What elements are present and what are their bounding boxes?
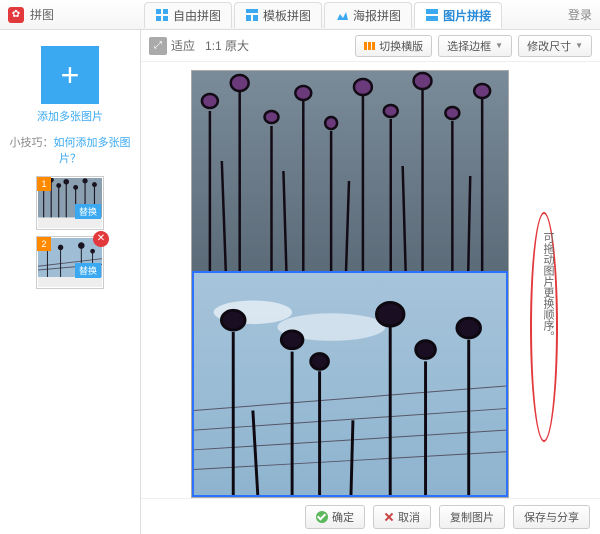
- tabs: 自由拼图 模板拼图 海报拼图 图片拼接: [144, 2, 502, 28]
- poster-icon: [335, 8, 349, 22]
- tip-text: 小技巧：如何添加多张图片？: [6, 134, 134, 166]
- tab-label: 模板拼图: [263, 7, 311, 24]
- button-label: 切换横版: [379, 38, 423, 54]
- add-images-button[interactable]: +: [41, 46, 99, 104]
- main: + 添加多张图片 小技巧：如何添加多张图片？ 1: [0, 30, 600, 534]
- button-label: 复制图片: [450, 509, 494, 525]
- check-icon: [316, 511, 328, 523]
- fit-icon[interactable]: ⤢: [149, 37, 167, 55]
- switch-layout-button[interactable]: 切换横版: [355, 35, 432, 57]
- button-label: 保存与分享: [524, 509, 579, 525]
- top-bar: ✿ 拼图 自由拼图 模板拼图 海报拼图 图片拼接 登录: [0, 0, 600, 30]
- tab-template-collage[interactable]: 模板拼图: [234, 2, 322, 28]
- sidebar: + 添加多张图片 小技巧：如何添加多张图片？ 1: [0, 30, 140, 534]
- tip-link[interactable]: 如何添加多张图片？: [54, 137, 131, 165]
- thumbnail-bar: [38, 218, 102, 228]
- thumbnail-item[interactable]: 2 ✕ 替换: [36, 236, 104, 290]
- thumbnail-remove-button[interactable]: ✕: [93, 231, 109, 247]
- annotation-text: 可拖动图片更换顺序。: [540, 232, 554, 342]
- button-label: 取消: [398, 509, 420, 525]
- chevron-down-icon: ▼: [575, 41, 583, 50]
- login-link[interactable]: 登录: [568, 6, 592, 23]
- thumbnail-index-badge: 1: [37, 177, 51, 191]
- button-label: 选择边框: [447, 38, 491, 54]
- layout-icon: [364, 42, 375, 50]
- collage-container[interactable]: [191, 70, 509, 498]
- ok-button[interactable]: 确定: [305, 505, 365, 529]
- zoom-label[interactable]: 1:1 原大: [205, 37, 249, 54]
- tab-poster-collage[interactable]: 海报拼图: [324, 2, 412, 28]
- add-images-label: 添加多张图片: [6, 108, 134, 124]
- tip-prefix: 小技巧：: [10, 137, 54, 149]
- resize-button[interactable]: 修改尺寸 ▼: [518, 35, 592, 57]
- app-title: 拼图: [30, 6, 54, 23]
- tab-label: 图片拼接: [443, 7, 491, 24]
- grid-icon: [155, 8, 169, 22]
- image-content: [192, 71, 508, 271]
- workspace[interactable]: 可拖动图片更换顺序。: [141, 62, 600, 498]
- plus-icon: +: [61, 57, 80, 94]
- close-icon: ✕: [97, 233, 105, 244]
- thumbnail-index-badge: 2: [37, 237, 51, 251]
- toolbar-left: ⤢ 适应 1:1 原大: [149, 37, 249, 55]
- tab-image-stitch[interactable]: 图片拼接: [414, 2, 502, 28]
- annotation-circle: [530, 212, 558, 442]
- cancel-button[interactable]: 取消: [373, 505, 431, 529]
- chevron-down-icon: ▼: [495, 41, 503, 50]
- thumbnail-bar: [38, 277, 102, 287]
- thumbnail-list: 1 替换 2: [6, 176, 134, 289]
- button-label: 确定: [332, 509, 354, 525]
- collage-image-1[interactable]: [192, 71, 508, 271]
- template-icon: [245, 8, 259, 22]
- thumbnail-item[interactable]: 1 替换: [36, 176, 104, 230]
- image-content: [194, 273, 506, 495]
- bottom-bar: 确定 取消 复制图片 保存与分享: [141, 498, 600, 534]
- toolbar-right: 切换横版 选择边框 ▼ 修改尺寸 ▼: [355, 35, 592, 57]
- button-label: 修改尺寸: [527, 38, 571, 54]
- stitch-icon: [425, 8, 439, 22]
- thumbnail-replace-button[interactable]: 替换: [75, 204, 101, 219]
- copy-image-button[interactable]: 复制图片: [439, 505, 505, 529]
- close-icon: [384, 512, 394, 522]
- collage-image-2-selected[interactable]: [192, 271, 508, 497]
- select-border-button[interactable]: 选择边框 ▼: [438, 35, 512, 57]
- app-logo-icon: ✿: [8, 7, 24, 23]
- thumbnail-replace-button[interactable]: 替换: [75, 263, 101, 278]
- tab-label: 自由拼图: [173, 7, 221, 24]
- save-share-button[interactable]: 保存与分享: [513, 505, 590, 529]
- fit-label[interactable]: 适应: [171, 37, 195, 54]
- canvas-toolbar: ⤢ 适应 1:1 原大 切换横版 选择边框 ▼ 修改尺寸 ▼: [141, 30, 600, 62]
- canvas-area: ⤢ 适应 1:1 原大 切换横版 选择边框 ▼ 修改尺寸 ▼: [140, 30, 600, 534]
- tab-label: 海报拼图: [353, 7, 401, 24]
- tab-free-collage[interactable]: 自由拼图: [144, 2, 232, 28]
